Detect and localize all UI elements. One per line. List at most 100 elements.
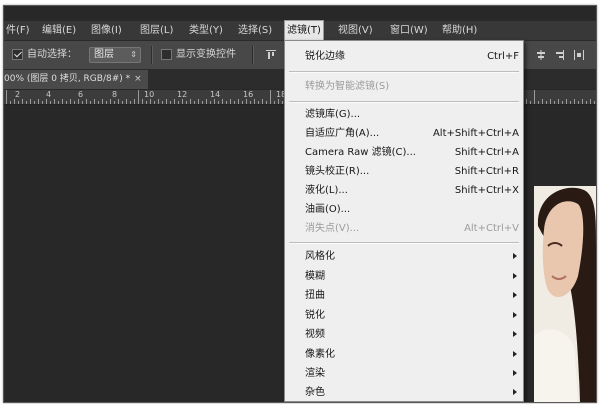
- submenu-arrow-icon: [513, 370, 517, 376]
- filter-menu-item-sharpen[interactable]: 锐化: [285, 306, 523, 325]
- ruler-tick: [70, 99, 71, 104]
- ruler-tick: [54, 99, 55, 104]
- filter-menu-item-lens-correction[interactable]: 镜头校正(R)... Shift+Ctrl+R: [285, 162, 523, 181]
- ruler-tick: [58, 101, 59, 104]
- filter-menu-item-adaptive-wide-angle[interactable]: 自适应广角(A)... Alt+Shift+Ctrl+A: [285, 124, 523, 143]
- submenu-arrow-icon: [513, 389, 517, 395]
- filter-menu-item-pixelate[interactable]: 像素化: [285, 345, 523, 364]
- ruler-tick: [170, 101, 171, 104]
- filter-menu-item-convert-smart[interactable]: 转换为智能滤镜(S): [285, 77, 523, 96]
- filter-menu-item-gallery[interactable]: 滤镜库(G)...: [285, 105, 523, 124]
- menu-filter[interactable]: 滤镜(T): [284, 20, 324, 41]
- submenu-arrow-icon: [513, 273, 517, 279]
- portrait-image: [534, 186, 596, 402]
- ruler-tick: [98, 101, 99, 104]
- filter-menu-item-distort[interactable]: 扭曲: [285, 286, 523, 305]
- ruler-tick: [554, 101, 555, 104]
- ruler-tick: [118, 99, 119, 104]
- ruler-tick: [206, 99, 207, 104]
- ruler-tick: [194, 101, 195, 104]
- ruler-tick: [566, 99, 567, 104]
- ruler-tick: [86, 99, 87, 104]
- filter-menu-item-render[interactable]: 渲染: [285, 364, 523, 383]
- filter-menu-item-liquify[interactable]: 液化(L)... Shift+Ctrl+X: [285, 181, 523, 200]
- submenu-arrow-icon: [513, 253, 517, 259]
- menu-edit[interactable]: 编辑(E): [40, 21, 78, 40]
- ruler-tick: [546, 101, 547, 104]
- align-center-icon[interactable]: [536, 50, 546, 60]
- document-tab[interactable]: 00% (图层 0 拷贝, RGB/8#) * ×: [4, 70, 148, 89]
- filter-menu-item-camera-raw[interactable]: Camera Raw 滤镜(C)... Shift+Ctrl+A: [285, 143, 523, 162]
- filter-menu-item-stylize[interactable]: 风格化: [285, 247, 523, 266]
- align-top-icon[interactable]: [266, 50, 276, 60]
- ruler-tick: [50, 101, 51, 104]
- filter-menu-item-blur[interactable]: 模糊: [285, 267, 523, 286]
- menu-item-label: 像素化: [305, 349, 335, 360]
- ruler-tick: [78, 99, 79, 104]
- close-icon[interactable]: ×: [134, 74, 142, 84]
- ruler-tick: [230, 99, 231, 104]
- ruler-tick: [550, 99, 551, 104]
- ruler-label: 16: [243, 90, 254, 99]
- align-right-icon[interactable]: [554, 50, 564, 60]
- menu-window[interactable]: 窗口(W): [388, 21, 430, 40]
- auto-select-dropdown[interactable]: 图层 ⇕: [89, 47, 141, 63]
- options-separator: [252, 46, 254, 64]
- ruler-tick: [122, 101, 123, 104]
- ruler-tick: [210, 101, 211, 104]
- ruler-tick: [90, 101, 91, 104]
- ruler-tick: [174, 99, 175, 104]
- ruler-tick: [214, 99, 215, 104]
- menu-item-label: 渲染: [305, 368, 325, 379]
- menu-type[interactable]: 类型(Y): [187, 21, 225, 40]
- ruler-tick: [146, 101, 147, 104]
- ruler-tick: [34, 101, 35, 104]
- ruler-tick: [106, 101, 107, 104]
- ruler-tick: [218, 101, 219, 104]
- menu-image[interactable]: 图像(I): [89, 21, 124, 40]
- filter-menu-item-last-filter[interactable]: 锐化边缘 Ctrl+F: [285, 47, 523, 66]
- ruler-tick: [266, 101, 267, 104]
- distribute-icon[interactable]: [574, 50, 584, 60]
- menu-item-label: 杂色: [305, 387, 325, 398]
- ruler-tick: [282, 101, 283, 104]
- menu-layer[interactable]: 图层(L): [138, 21, 175, 40]
- menu-item-label: 滤镜库(G)...: [305, 109, 361, 120]
- ruler-tick: [242, 101, 243, 104]
- ruler-tick: [22, 99, 23, 104]
- filter-menu: 锐化边缘 Ctrl+F 转换为智能滤镜(S) 滤镜库(G)... 自适应广角(A…: [284, 40, 524, 402]
- submenu-arrow-icon: [513, 292, 517, 298]
- menu-select[interactable]: 选择(S): [236, 21, 274, 40]
- ruler-label: 8: [112, 90, 118, 99]
- menu-view[interactable]: 视图(V): [336, 21, 375, 40]
- ruler-tick: [182, 99, 183, 104]
- ruler-tick: [134, 99, 135, 104]
- filter-menu-item-oil-paint[interactable]: 油画(O)...: [285, 200, 523, 219]
- menu-file[interactable]: 件(F): [4, 21, 32, 40]
- menu-item-label: 消失点(V)...: [305, 223, 360, 234]
- auto-select-label: 自动选择：: [27, 49, 77, 60]
- auto-select-checkbox[interactable]: [12, 49, 23, 60]
- menu-help[interactable]: 帮助(H): [440, 21, 479, 40]
- ruler-tick: [274, 101, 275, 104]
- auto-select-value: 图层: [94, 49, 114, 60]
- ruler-tick: [42, 101, 43, 104]
- filter-menu-item-video[interactable]: 视频: [285, 325, 523, 344]
- menu-item-label: 风格化: [305, 251, 335, 262]
- filter-menu-item-noise[interactable]: 杂色: [285, 383, 523, 402]
- ruler-tick: [94, 99, 95, 104]
- ruler-tick: [270, 90, 271, 104]
- filter-menu-item-vanishing-point[interactable]: 消失点(V)... Alt+Ctrl+V: [285, 219, 523, 238]
- ruler-tick: [574, 99, 575, 104]
- ruler-tick: [186, 101, 187, 104]
- ruler-tick: [578, 101, 579, 104]
- show-transform-checkbox[interactable]: [161, 49, 172, 60]
- menu-item-label: 锐化边缘: [305, 51, 345, 62]
- portrait-photo: [534, 186, 596, 402]
- ruler-tick: [178, 101, 179, 104]
- ruler-tick: [234, 101, 235, 104]
- menu-item-label: 自适应广角(A)...: [305, 128, 380, 139]
- ruler-tick: [62, 99, 63, 104]
- options-separator: [151, 46, 153, 64]
- ruler-tick: [74, 101, 75, 104]
